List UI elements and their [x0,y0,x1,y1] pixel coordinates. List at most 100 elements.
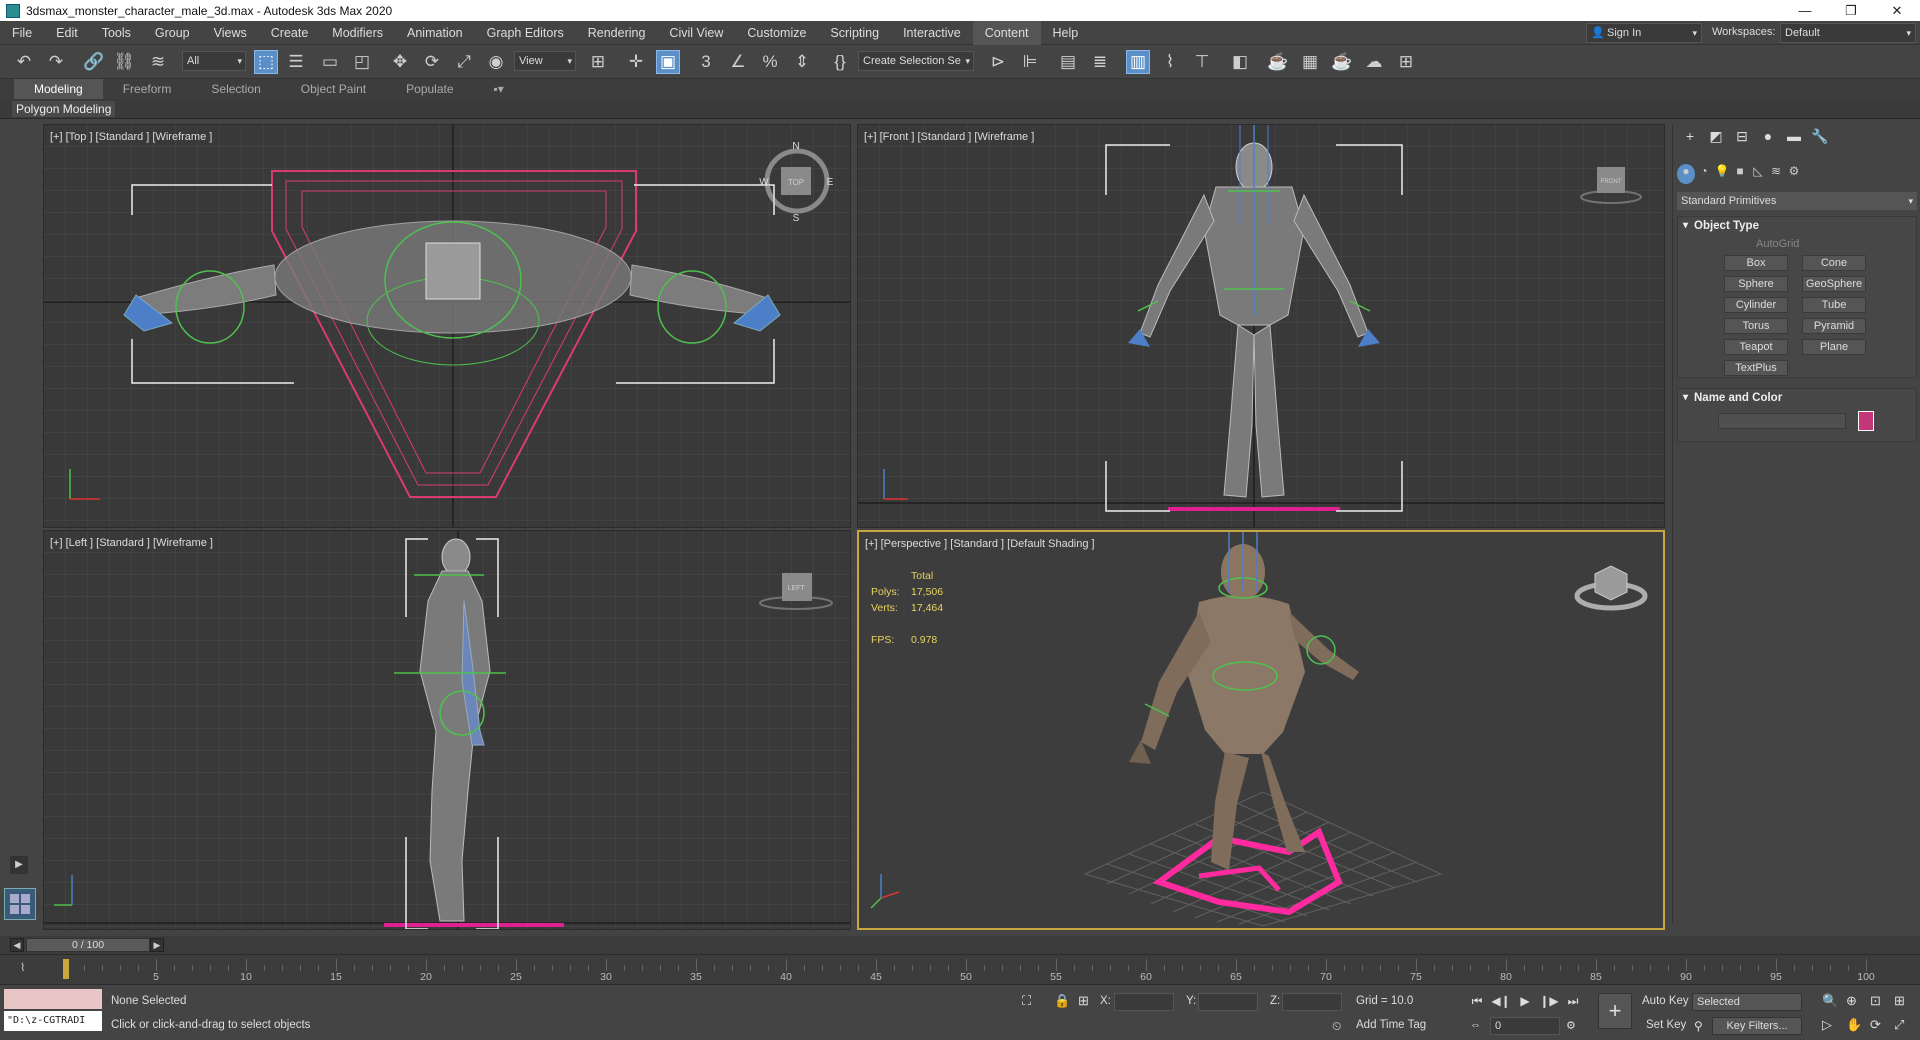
box-button[interactable]: Box [1724,255,1788,271]
menu-help[interactable]: Help [1041,21,1091,45]
maximize-viewport-icon[interactable]: ⤢ [1894,1017,1904,1033]
pivot-center-icon[interactable]: ⊞ [586,50,610,74]
menu-animation[interactable]: Animation [395,21,475,45]
x-coordinate-field[interactable] [1114,993,1174,1011]
select-move-icon[interactable]: ✥ [388,50,412,74]
previous-frame-icon[interactable]: ◀❙ [1490,991,1512,1011]
field-of-view-icon[interactable]: ▷ [1822,1017,1832,1033]
absolute-mode-icon[interactable]: ⊞ [1078,993,1089,1009]
tab-freeform[interactable]: Freeform [103,79,192,99]
motion-tab-icon[interactable]: ● [1755,128,1781,148]
time-next-arrow[interactable]: ▶ [150,938,164,952]
autogrid-checkbox[interactable]: AutoGrid [1678,235,1916,253]
maxscript-listener[interactable] [4,989,102,1009]
torus-button[interactable]: Torus [1724,318,1788,334]
curve-editor-mini-icon[interactable]: ⌇ [20,961,25,974]
set-keyframes-icon[interactable]: + [1598,993,1632,1029]
rectangular-selection-icon[interactable]: ▭ [318,50,342,74]
name-and-color-header[interactable]: Name and Color [1678,389,1916,407]
rendered-frame-window-icon[interactable]: ▦ [1298,50,1322,74]
schematic-view-icon[interactable]: ⊤ [1190,50,1214,74]
menu-graph-editors[interactable]: Graph Editors [475,21,576,45]
tube-button[interactable]: Tube [1802,297,1866,313]
tab-modeling[interactable]: Modeling [14,79,103,99]
undo-icon[interactable]: ↶ [12,50,36,74]
time-config-settings-icon[interactable]: ⚙ [1566,1019,1576,1032]
lights-icon[interactable]: 💡 [1713,164,1731,184]
viewport-top[interactable]: [+] [Top ] [Standard ] [Wireframe ] TOP … [43,124,851,528]
track-bar[interactable]: ⌇ 5 10 15 20 25 30 35 40 45 50 55 60 65 70 75 80 85 90 95 1… [0,954,1920,984]
teapot-button[interactable]: Teapot [1724,339,1788,355]
utilities-tab-icon[interactable]: 🔧 [1807,128,1833,148]
time-config-icon[interactable]: ⇔ [1470,1019,1481,1031]
menu-content[interactable]: Content [972,20,1041,45]
pan-view-icon[interactable]: ✋ [1846,1017,1862,1033]
current-frame-field[interactable]: 0 [1490,1017,1560,1035]
render-setup-icon[interactable]: ☕ [1266,50,1290,74]
window-crossing-icon[interactable]: ◰ [350,50,374,74]
isolate-selection-icon[interactable]: ⛶ [1022,993,1031,1009]
y-coordinate-field[interactable] [1198,993,1258,1011]
scene-explorer-icon[interactable]: ▤ [1056,50,1080,74]
menu-views[interactable]: Views [202,21,259,45]
create-tab-icon[interactable]: + [1677,128,1703,148]
menu-interactive[interactable]: Interactive [891,21,973,45]
toggle-ribbon-icon[interactable]: ▥ [1126,50,1150,74]
space-warps-icon[interactable]: ≋ [1767,164,1785,184]
menu-edit[interactable]: Edit [44,21,90,45]
maximize-button[interactable]: ❐ [1828,0,1874,21]
menu-tools[interactable]: Tools [90,21,143,45]
object-type-header[interactable]: Object Type [1678,217,1916,235]
helpers-icon[interactable]: ◺ [1749,164,1767,184]
modify-tab-icon[interactable]: ◩ [1703,128,1729,148]
bind-space-warp-icon[interactable]: ≋ [146,50,170,74]
snaps-toggle-icon[interactable]: 3 [694,50,718,74]
tab-object-paint[interactable]: Object Paint [281,79,386,99]
unlink-icon[interactable]: ⛓ [112,50,136,74]
expand-arrow-icon[interactable]: ▶ [10,856,28,874]
menu-civil-view[interactable]: Civil View [657,21,735,45]
cylinder-button[interactable]: Cylinder [1724,297,1788,313]
select-manipulate-icon[interactable]: ✛ [624,50,648,74]
viewport-label-perspective[interactable]: [+] [Perspective ] [Standard ] [Default … [865,538,1095,550]
viewport-layouts-icon[interactable] [4,888,36,920]
time-cursor[interactable] [63,959,69,979]
systems-icon[interactable]: ⚙ [1785,164,1803,184]
viewport-front[interactable]: [+] [Front ] [Standard ] [Wireframe ] FR [857,124,1665,528]
geosphere-button[interactable]: GeoSphere [1802,276,1866,292]
play-icon[interactable]: ▶ [1514,991,1536,1011]
sphere-button[interactable]: Sphere [1724,276,1788,292]
viewport-perspective[interactable]: [+] [Perspective ] [Standard ] [Default … [857,530,1665,930]
named-selection-set-dropdown[interactable]: Create Selection Se [858,51,974,71]
menu-file[interactable]: File [0,21,44,45]
textplus-button[interactable]: TextPlus [1724,360,1788,376]
redo-icon[interactable]: ↷ [44,50,68,74]
cone-button[interactable]: Cone [1802,255,1866,271]
menu-group[interactable]: Group [143,21,202,45]
auto-key-button[interactable]: Auto Key [1642,995,1689,1007]
shapes-icon[interactable]: ◔ [1695,164,1713,184]
menu-rendering[interactable]: Rendering [576,21,658,45]
menu-customize[interactable]: Customize [735,21,818,45]
object-name-field[interactable] [1718,413,1846,429]
plane-button[interactable]: Plane [1802,339,1866,355]
display-tab-icon[interactable]: ▬ [1781,128,1807,148]
viewport-label-top[interactable]: [+] [Top ] [Standard ] [Wireframe ] [50,131,212,143]
set-key-button[interactable]: Set Key [1646,1019,1686,1031]
viewport-label-front[interactable]: [+] [Front ] [Standard ] [Wireframe ] [864,131,1034,143]
time-slider[interactable]: 0 / 100 [26,938,150,952]
curve-editor-icon[interactable]: ⌇ [1158,50,1182,74]
geometry-icon[interactable]: ● [1677,164,1695,184]
viewport-label-left[interactable]: [+] [Left ] [Standard ] [Wireframe ] [50,537,213,549]
cameras-icon[interactable]: ■ [1731,164,1749,184]
zoom-extents-icon[interactable]: ⊡ [1870,993,1881,1009]
mirror-icon[interactable]: ⊳ [986,50,1010,74]
go-to-end-icon[interactable]: ⏭ [1562,991,1584,1011]
select-rotate-icon[interactable]: ⟳ [420,50,444,74]
align-icon[interactable]: ⊫ [1018,50,1042,74]
spinner-snap-icon[interactable]: ⇕ [790,50,814,74]
menu-scripting[interactable]: Scripting [818,21,891,45]
orbit-icon[interactable]: ⟳ [1870,1017,1881,1033]
hierarchy-tab-icon[interactable]: ⊟ [1729,128,1755,148]
link-icon[interactable]: 🔗 [82,50,106,74]
